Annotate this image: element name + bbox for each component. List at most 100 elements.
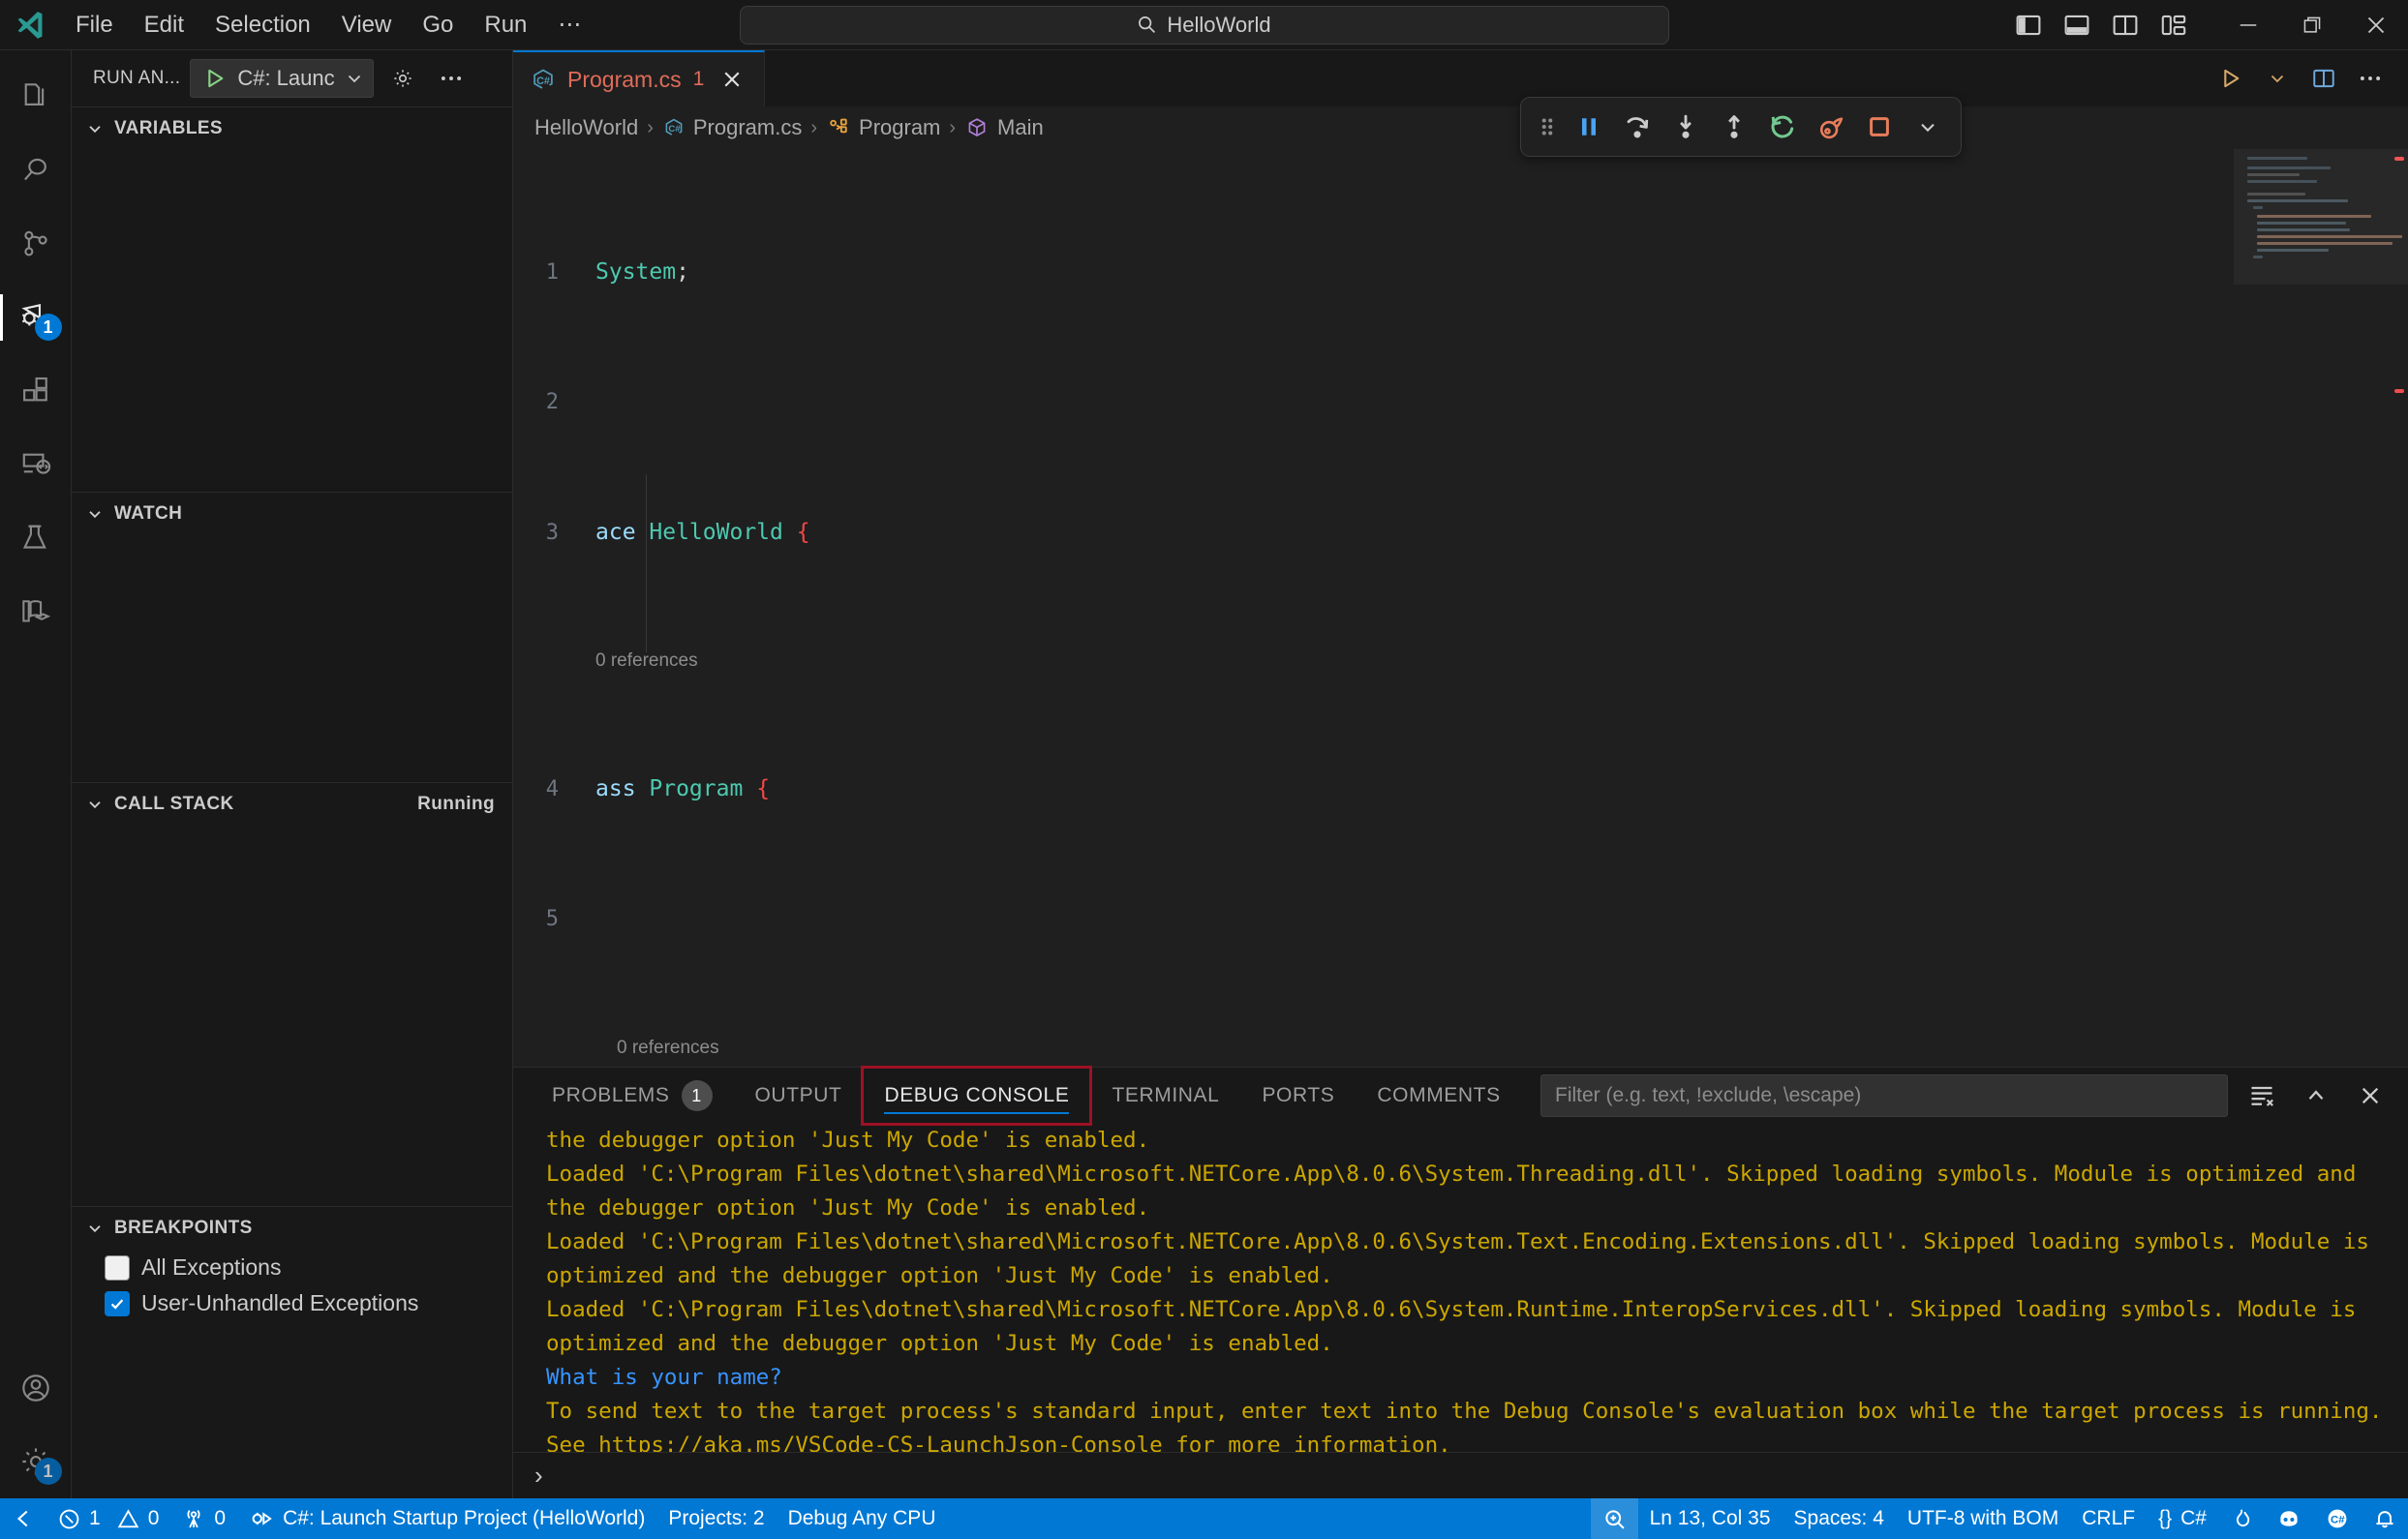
codelens-references[interactable]: 0 references — [513, 647, 2234, 676]
breakpoint-user-unhandled-exceptions[interactable]: User-Unhandled Exceptions — [72, 1285, 512, 1321]
language-mode-status[interactable]: {} C# — [2147, 1498, 2218, 1539]
close-icon[interactable] — [716, 63, 748, 96]
toggle-primary-sidebar-icon[interactable] — [2007, 6, 2050, 45]
call-stack-list[interactable] — [72, 826, 512, 1206]
menu-edit[interactable]: Edit — [129, 8, 199, 43]
run-options-button[interactable] — [2257, 58, 2298, 99]
encoding-status[interactable]: UTF-8 with BOM — [1896, 1498, 2070, 1539]
clear-console-button[interactable] — [2241, 1075, 2282, 1116]
menu-go[interactable]: Go — [407, 8, 469, 43]
remote-window-button[interactable] — [0, 1498, 46, 1539]
command-center[interactable]: HelloWorld — [739, 5, 1669, 45]
chevron-down-icon[interactable] — [336, 68, 373, 89]
tab-output[interactable]: OUTPUT — [734, 1068, 864, 1124]
code-editor[interactable]: 1 System; 2 3 ace HelloWorld { 0 reference… — [513, 149, 2408, 1067]
indentation-status[interactable]: Spaces: 4 — [1783, 1498, 1896, 1539]
call-stack-pane-header[interactable]: CALL STACK Running — [72, 783, 512, 826]
debug-step-over-button[interactable] — [1614, 104, 1661, 150]
sidebar-item-search[interactable] — [0, 134, 72, 207]
tab-program-cs[interactable]: C# Program.cs 1 — [513, 50, 766, 106]
split-editor-button[interactable] — [2303, 58, 2344, 99]
sidebar-item-explorer[interactable] — [0, 60, 72, 134]
cursor-position-status[interactable]: Ln 13, Col 35 — [1638, 1498, 1783, 1539]
hot-reload-status[interactable] — [2218, 1498, 2265, 1539]
breakpoint-all-exceptions[interactable]: All Exceptions — [72, 1250, 512, 1285]
debug-step-into-button[interactable] — [1662, 104, 1709, 150]
customize-layout-icon[interactable] — [2152, 6, 2195, 45]
run-or-debug-button[interactable] — [2210, 58, 2251, 99]
sidebar-item-learn[interactable] — [0, 575, 72, 649]
play-icon[interactable] — [191, 66, 237, 91]
debug-console-input[interactable]: › — [513, 1452, 2408, 1498]
breakpoints-pane-header[interactable]: BREAKPOINTS — [72, 1207, 512, 1250]
configuration-status[interactable]: Debug Any CPU — [777, 1498, 948, 1539]
debug-hot-reload-button[interactable] — [1808, 104, 1854, 150]
breadcrumb-item-class[interactable]: Program — [826, 115, 940, 140]
close-button[interactable] — [2344, 0, 2408, 50]
variables-pane-header[interactable]: VARIABLES — [72, 107, 512, 150]
watch-pane-header[interactable]: WATCH — [72, 493, 512, 535]
tab-ports[interactable]: PORTS — [1240, 1068, 1356, 1124]
screencast-mode-button[interactable] — [1590, 1498, 1638, 1539]
debug-restart-button[interactable] — [1759, 104, 1806, 150]
open-launchjson-button[interactable] — [383, 59, 422, 98]
toggle-panel-icon[interactable] — [2056, 6, 2098, 45]
sidebar-item-manage[interactable]: 1 — [0, 1425, 72, 1498]
restore-button[interactable] — [2280, 0, 2344, 50]
debug-step-out-button[interactable] — [1711, 104, 1757, 150]
tab-problems[interactable]: PROBLEMS 1 — [531, 1068, 734, 1124]
copilot-status[interactable] — [2265, 1498, 2313, 1539]
editor-minimap[interactable] — [2234, 149, 2408, 1067]
debug-console-output[interactable]: the debugger option 'Just My Code' is en… — [513, 1124, 2408, 1452]
menu-selection[interactable]: Selection — [199, 8, 326, 43]
eol-status[interactable]: CRLF — [2070, 1498, 2147, 1539]
drag-handle[interactable] — [1531, 114, 1564, 139]
line-number: 2 — [545, 390, 559, 415]
tab-terminal[interactable]: TERMINAL — [1090, 1068, 1240, 1124]
breadcrumb-item-method[interactable]: Main — [964, 115, 1044, 140]
console-filter-box[interactable] — [1540, 1074, 2228, 1117]
codelens-label[interactable]: 0 references — [595, 1032, 719, 1065]
toggle-secondary-sidebar-icon[interactable] — [2104, 6, 2147, 45]
watch-list[interactable] — [72, 535, 512, 782]
csharp-status[interactable]: C# — [2313, 1498, 2362, 1539]
screencast-icon — [1602, 1507, 1627, 1531]
tab-debug-console[interactable]: DEBUG CONSOLE — [861, 1066, 1093, 1126]
menu-view[interactable]: View — [326, 8, 408, 43]
menu-run[interactable]: Run — [469, 8, 542, 43]
code-content[interactable]: 1 System; 2 3 ace HelloWorld { 0 reference… — [513, 149, 2234, 1067]
sidebar-item-source-control[interactable] — [0, 207, 72, 281]
sidebar-item-accounts[interactable] — [0, 1351, 72, 1425]
sidebar-item-remote-explorer[interactable] — [0, 428, 72, 501]
sidebar-more-actions-button[interactable] — [432, 59, 471, 98]
launch-configuration-select[interactable]: C#: Launch — [190, 59, 375, 98]
debug-more-button[interactable] — [1905, 104, 1951, 150]
breadcrumb-item-project[interactable]: HelloWorld — [534, 115, 638, 140]
sidebar-item-testing[interactable] — [0, 501, 72, 575]
menu-file[interactable]: File — [60, 8, 129, 43]
codelens-references[interactable]: 0 references — [513, 1033, 2234, 1062]
checkbox-checked-icon[interactable] — [105, 1290, 130, 1316]
console-line: the debugger option 'Just My Code' is en… — [546, 1128, 1150, 1153]
menu-more[interactable]: ⋯ — [542, 7, 596, 43]
editor-more-actions-button[interactable] — [2350, 58, 2391, 99]
maximize-panel-button[interactable] — [2296, 1075, 2336, 1116]
sidebar-item-run-and-debug[interactable]: 1 — [0, 281, 72, 354]
call-stack-pane-label: CALL STACK — [114, 794, 234, 814]
debug-session-status[interactable]: C#: Launch Startup Project (HelloWorld) — [237, 1498, 656, 1539]
minimap-slider[interactable] — [2234, 149, 2408, 285]
debug-pause-button[interactable] — [1566, 104, 1612, 150]
projects-status[interactable]: Projects: 2 — [656, 1498, 776, 1539]
tab-comments[interactable]: COMMENTS — [1356, 1068, 1521, 1124]
sidebar-item-extensions[interactable] — [0, 354, 72, 428]
checkbox-unchecked-icon[interactable] — [105, 1254, 130, 1281]
console-filter-input[interactable] — [1555, 1084, 2213, 1107]
breadcrumb-item-file[interactable]: C# Program.cs — [662, 115, 802, 140]
problems-status-button[interactable]: 1 0 — [46, 1498, 170, 1539]
ports-status-button[interactable]: 0 — [170, 1498, 237, 1539]
minimize-button[interactable] — [2216, 0, 2280, 50]
notifications-button[interactable] — [2362, 1498, 2408, 1539]
variables-list[interactable] — [72, 150, 512, 492]
close-panel-button[interactable] — [2350, 1075, 2391, 1116]
debug-stop-button[interactable] — [1856, 104, 1903, 150]
